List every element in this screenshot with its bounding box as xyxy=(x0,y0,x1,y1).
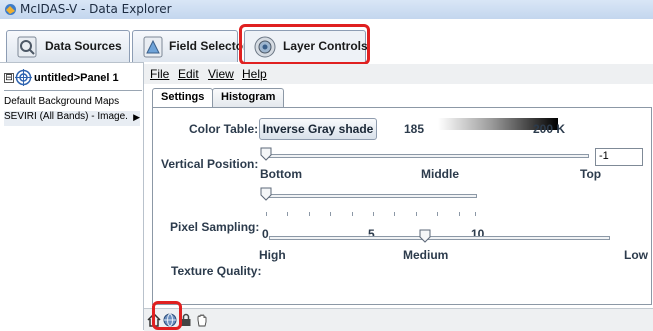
tab-field-selector[interactable]: Field Selector xyxy=(132,30,248,62)
highlight-box-layer-controls xyxy=(239,24,370,65)
tab-label: Field Selector xyxy=(169,39,248,53)
vertical-position-label: Vertical Position: xyxy=(161,157,259,171)
bottom-toolbar xyxy=(144,308,653,331)
tab-data-sources[interactable]: Data Sources xyxy=(6,30,130,62)
highlight-box-globe-icon xyxy=(152,301,182,330)
slider-tick xyxy=(309,212,310,216)
data-sources-icon xyxy=(17,36,37,58)
slider-tick xyxy=(459,212,460,216)
menu-view[interactable]: View xyxy=(208,67,234,81)
window-title: McIDAS-V - Data Explorer xyxy=(20,2,172,16)
title-bar: McIDAS-V - Data Explorer xyxy=(0,0,653,20)
slider-thumb[interactable] xyxy=(260,187,272,201)
layer-tree-panel: ⊟ untitled>Panel 1 Default Background Ma… xyxy=(0,62,144,330)
slider-thumb[interactable] xyxy=(419,229,431,243)
color-range-max: 200 K xyxy=(533,122,566,136)
tree-separator xyxy=(4,90,142,91)
layer-item-label: SEVIRI (All Bands) - Image. xyxy=(4,111,128,122)
menu-bar: File Edit View Help xyxy=(144,64,653,84)
slider-tick xyxy=(475,212,476,216)
slider-thumb[interactable] xyxy=(260,147,272,161)
field-selector-icon xyxy=(143,36,163,58)
pixel-tick-label: 0 xyxy=(262,227,269,241)
mcidas-app-icon xyxy=(5,4,16,15)
slider-tick xyxy=(287,212,288,216)
color-table-button[interactable]: Inverse Gray shade xyxy=(259,118,377,140)
slider-tick xyxy=(352,212,353,216)
layer-controls-content: Settings Histogram Color Table: Inverse … xyxy=(148,86,653,308)
slider-tick xyxy=(266,212,267,216)
layer-item[interactable]: Default Background Maps xyxy=(4,96,140,111)
submenu-arrow-icon: ▶ xyxy=(133,112,140,122)
slider-tick xyxy=(437,212,438,216)
tab-histogram[interactable]: Histogram xyxy=(212,88,285,107)
pixel-sampling-slider[interactable] xyxy=(263,194,477,198)
pan-hand-icon[interactable] xyxy=(195,313,209,327)
vertical-min-label: Bottom xyxy=(260,167,302,181)
texture-quality-slider[interactable] xyxy=(269,236,610,240)
texture-quality-label: Texture Quality: xyxy=(171,264,262,278)
menu-help[interactable]: Help xyxy=(242,67,267,81)
texture-mid-label: Medium xyxy=(403,248,449,262)
menu-file[interactable]: File xyxy=(150,67,169,81)
layer-item[interactable]: SEVIRI (All Bands) - Image. ▶ xyxy=(4,111,140,126)
menu-edit[interactable]: Edit xyxy=(178,67,199,81)
slider-tick xyxy=(330,212,331,216)
tree-root-panel[interactable]: ⊟ untitled>Panel 1 xyxy=(4,69,140,89)
tree-root-label: untitled>Panel 1 xyxy=(34,72,119,84)
texture-min-label: High xyxy=(259,248,286,262)
color-table-label: Color Table: xyxy=(189,122,259,136)
color-range-min: 185 xyxy=(404,122,425,136)
pixel-sampling-label: Pixel Sampling: xyxy=(170,220,260,234)
layer-item-label: Default Background Maps xyxy=(4,96,120,107)
vertical-position-slider[interactable] xyxy=(263,154,589,158)
vertical-mid-label: Middle xyxy=(421,167,459,181)
collapse-icon[interactable]: ⊟ xyxy=(4,73,14,83)
tab-settings[interactable]: Settings xyxy=(152,88,214,107)
settings-panel: Color Table: Inverse Gray shade 185 200 … xyxy=(152,107,652,305)
slider-tick xyxy=(394,212,395,216)
vertical-position-field[interactable]: -1 xyxy=(595,148,643,166)
slider-tick xyxy=(416,212,417,216)
crosshair-panel-icon xyxy=(15,69,32,86)
tab-label: Data Sources xyxy=(45,39,122,53)
slider-tick xyxy=(373,212,374,216)
vertical-max-label: Top xyxy=(580,167,602,181)
texture-max-label: Low xyxy=(624,248,648,262)
